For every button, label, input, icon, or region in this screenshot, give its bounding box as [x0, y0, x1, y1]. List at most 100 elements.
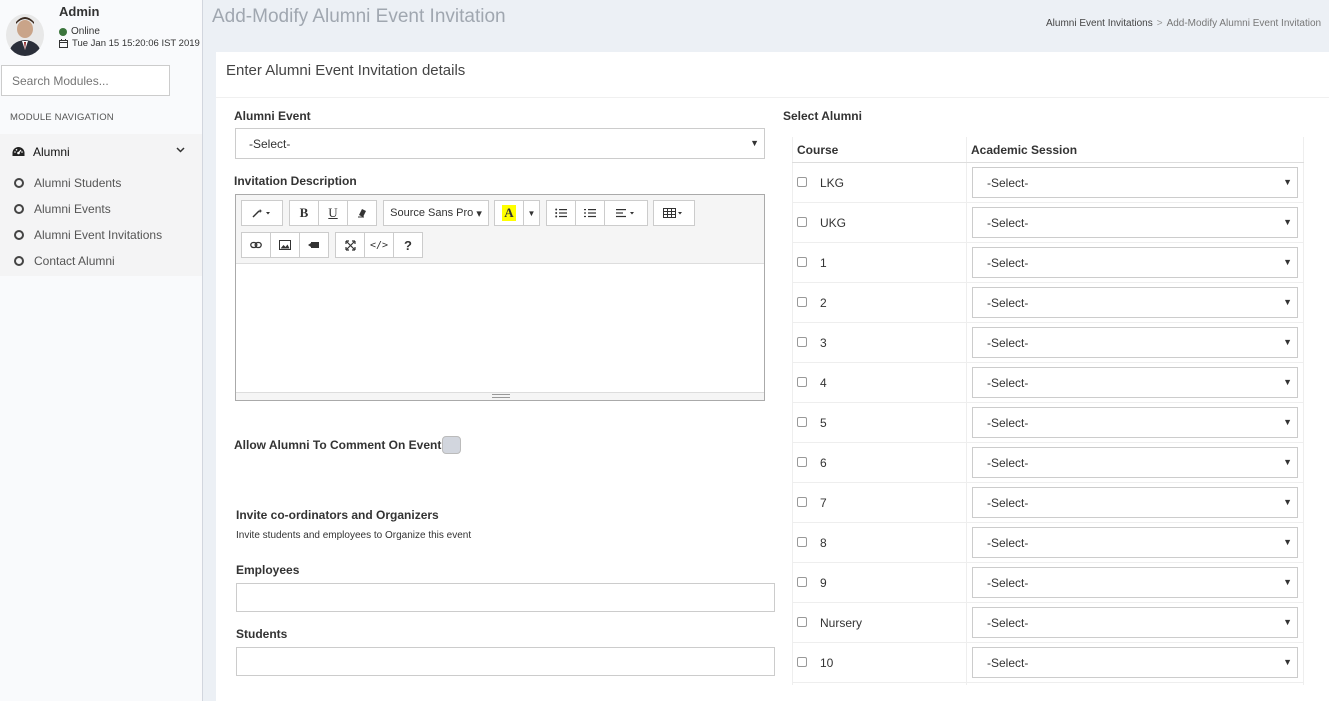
fullscreen-button[interactable]	[335, 232, 365, 258]
course-checkbox[interactable]	[797, 497, 807, 507]
eraser-icon	[358, 209, 366, 218]
table-header: Course Academic Session	[792, 137, 1304, 163]
students-input[interactable]	[236, 647, 775, 676]
search-modules-input[interactable]	[1, 65, 170, 96]
caret-down-icon: ▼	[1283, 297, 1292, 307]
table-row: 5 -Select- ▼	[792, 403, 1304, 443]
caret-down-icon: ▼	[1283, 337, 1292, 347]
course-name: 5	[820, 416, 827, 430]
academic-session-select[interactable]: -Select- ▼	[972, 207, 1298, 238]
bold-button[interactable]: B	[289, 200, 319, 226]
academic-session-select[interactable]: -Select- ▼	[972, 607, 1298, 638]
course-checkbox[interactable]	[797, 257, 807, 267]
editor-content-area[interactable]	[236, 264, 764, 392]
sidebar-item-alumni-events[interactable]: Alumni Events	[0, 196, 202, 222]
course-name: 7	[820, 496, 827, 510]
fullscreen-icon	[344, 239, 356, 251]
course-checkbox[interactable]	[797, 617, 807, 627]
status-text: Online	[71, 26, 100, 37]
sidebar-item-contact-alumni[interactable]: Contact Alumni	[0, 248, 202, 274]
select-value: -Select-	[987, 295, 1029, 310]
academic-session-select[interactable]: -Select- ▼	[972, 367, 1298, 398]
table-body: LKG -Select- ▼ UKG -Select- ▼ 1 -Select- ▼ 2 -Sele…	[792, 163, 1304, 683]
video-button[interactable]	[299, 232, 329, 258]
code-view-button[interactable]: </>	[364, 232, 394, 258]
course-checkbox[interactable]	[797, 177, 807, 187]
style-button[interactable]	[241, 200, 283, 226]
academic-session-select[interactable]: -Select- ▼	[972, 287, 1298, 318]
course-checkbox[interactable]	[797, 417, 807, 427]
breadcrumb-link[interactable]: Alumni Event Invitations	[1046, 18, 1153, 29]
link-button[interactable]	[241, 232, 271, 258]
resize-grip-icon	[492, 394, 510, 398]
clear-format-button[interactable]	[347, 200, 377, 226]
font-family-select[interactable]: Source Sans Pro ▾	[383, 200, 489, 226]
invite-help-text: Invite students and employees to Organiz…	[236, 530, 472, 541]
sidebar-item-alumni-event-invitations[interactable]: Alumni Event Invitations	[0, 222, 202, 248]
academic-session-select[interactable]: -Select- ▼	[972, 247, 1298, 278]
course-checkbox[interactable]	[797, 537, 807, 547]
course-checkbox[interactable]	[797, 657, 807, 667]
avatar	[6, 14, 44, 56]
editor-resize-handle[interactable]	[236, 392, 764, 400]
course-checkbox[interactable]	[797, 217, 807, 227]
students-label: Students	[236, 627, 288, 641]
user-status: Online	[59, 26, 100, 37]
academic-session-select[interactable]: -Select- ▼	[972, 327, 1298, 358]
allow-comment-toggle[interactable]	[442, 436, 461, 454]
select-value: -Select-	[987, 375, 1029, 390]
underline-button[interactable]: U	[318, 200, 348, 226]
bullet-list-button[interactable]	[546, 200, 576, 226]
course-checkbox[interactable]	[797, 457, 807, 467]
table-row: 1 -Select- ▼	[792, 243, 1304, 283]
alumni-event-select[interactable]: -Select- ▼	[235, 128, 765, 159]
academic-session-select[interactable]: -Select- ▼	[972, 487, 1298, 518]
numbered-list-icon	[584, 209, 596, 218]
user-panel: Admin Online Tue Jan 15 15:20:06 IST 201…	[0, 0, 202, 62]
online-dot-icon	[59, 27, 67, 36]
table-row: 3 -Select- ▼	[792, 323, 1304, 363]
select-value: -Select-	[987, 215, 1029, 230]
sidebar-item-alumni-students[interactable]: Alumni Students	[0, 170, 202, 196]
alumni-table: Course Academic Session LKG -Select- ▼ UKG -…	[792, 137, 1304, 683]
academic-session-select[interactable]: -Select- ▼	[972, 167, 1298, 198]
table-row: 2 -Select- ▼	[792, 283, 1304, 323]
course-checkbox[interactable]	[797, 577, 807, 587]
academic-session-select[interactable]: -Select- ▼	[972, 567, 1298, 598]
circle-icon	[14, 204, 24, 214]
sidebar-item-alumni[interactable]: Alumni	[0, 134, 202, 170]
course-checkbox[interactable]	[797, 337, 807, 347]
table-button[interactable]	[653, 200, 695, 226]
picture-button[interactable]	[270, 232, 300, 258]
course-name: 6	[820, 456, 827, 470]
course-name: 1	[820, 256, 827, 270]
breadcrumb: Alumni Event Invitations > Add-Modify Alum…	[1046, 18, 1321, 29]
select-value: -Select-	[987, 415, 1029, 430]
sidebar-item-label: Alumni Events	[34, 202, 111, 216]
table-row: 7 -Select- ▼	[792, 483, 1304, 523]
course-name: 4	[820, 376, 827, 390]
circle-icon	[14, 256, 24, 266]
editor-toolbar: B U Source Sans Pro ▾ A ▼ </> ?	[236, 195, 764, 264]
magic-wand-icon	[252, 209, 270, 218]
course-name: 3	[820, 336, 827, 350]
bullet-list-icon	[555, 208, 567, 218]
table-icon	[663, 208, 682, 218]
course-checkbox[interactable]	[797, 377, 807, 387]
employees-input[interactable]	[236, 583, 775, 612]
sidebar: Admin Online Tue Jan 15 15:20:06 IST 201…	[0, 0, 203, 701]
academic-session-select[interactable]: -Select- ▼	[972, 407, 1298, 438]
course-name: 8	[820, 536, 827, 550]
academic-session-select[interactable]: -Select- ▼	[972, 527, 1298, 558]
font-name: Source Sans Pro	[390, 207, 474, 219]
sidebar-item-label: Alumni Students	[34, 176, 122, 190]
academic-session-select[interactable]: -Select- ▼	[972, 647, 1298, 678]
color-dropdown-button[interactable]: ▼	[523, 200, 540, 226]
academic-session-select[interactable]: -Select- ▼	[972, 447, 1298, 478]
highlight-color-button[interactable]: A	[494, 200, 524, 226]
select-value: -Select-	[987, 175, 1029, 190]
course-checkbox[interactable]	[797, 297, 807, 307]
paragraph-align-button[interactable]	[604, 200, 648, 226]
numbered-list-button[interactable]	[575, 200, 605, 226]
help-button[interactable]: ?	[393, 232, 423, 258]
